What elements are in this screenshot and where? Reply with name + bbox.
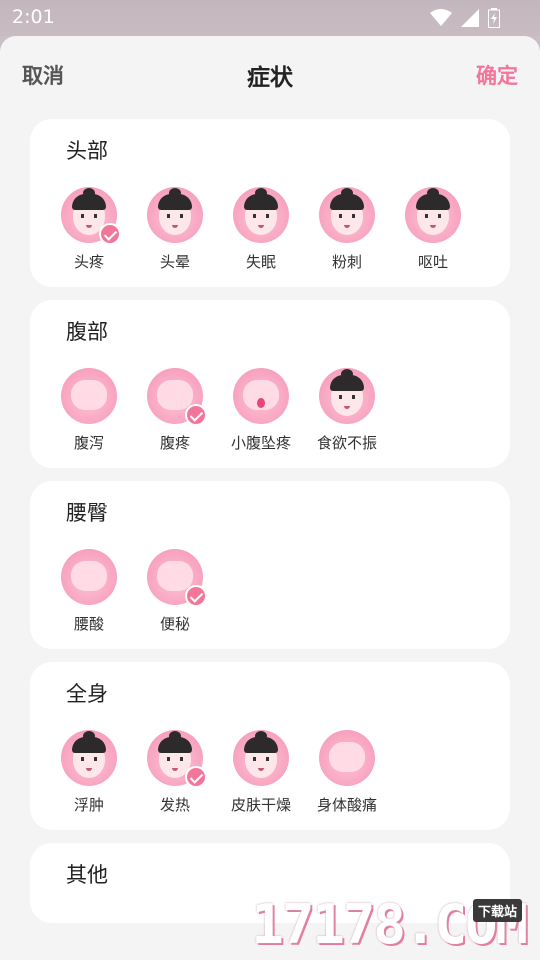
page-title: 症状 [247,65,293,91]
symptom-item[interactable]: 头晕 [132,187,218,272]
symptom-item[interactable]: 腰酸 [46,549,132,634]
face-no-appetite-icon [319,368,375,424]
face-dizzy-icon [147,187,203,243]
symptom-item[interactable]: 头疼 [46,187,132,272]
symptom-item[interactable]: 腹疼 [132,368,218,453]
section-title: 腹部 [66,320,108,344]
cancel-button[interactable]: 取消 [22,60,64,90]
check-icon [185,585,207,607]
symptom-section: 腰臀腰酸 便秘 [30,481,510,649]
watermark-logo: 17178.COM 下载站 [251,893,528,956]
symptom-item[interactable]: 小腹坠疼 [218,368,304,453]
symptom-label: 便秘 [159,615,190,633]
section-title: 腰臀 [66,501,108,525]
section-title: 其他 [66,863,108,887]
symptom-sheet: 取消 症状 确定 头部头疼 头晕 失眠 粉刺 呕吐腹部腹泻 腹疼 小腹坠疼 食欲不振腰臀腰酸 便… [0,36,540,960]
face-insomnia-icon [233,187,289,243]
symptom-label: 腰酸 [73,615,104,633]
status-bar: 2:01 [0,0,540,36]
symptom-item[interactable]: 发热 [132,730,218,815]
face-vomit-icon [405,187,461,243]
check-icon [185,766,207,788]
stomach-icon [61,368,117,424]
symptom-label: 呕吐 [417,253,448,271]
symptom-label: 皮肤干燥 [230,796,291,814]
waist-icon [61,549,117,605]
symptom-label: 腹疼 [159,434,190,452]
symptom-item[interactable]: 浮肿 [46,730,132,815]
symptom-label: 食欲不振 [316,434,377,452]
confirm-button[interactable]: 确定 [476,60,518,90]
symptom-item[interactable]: 皮肤干燥 [218,730,304,815]
sheet-header: 取消 症状 确定 [0,36,540,114]
signal-icon [461,9,479,27]
body-ache-icon [319,730,375,786]
face-acne-icon [319,187,375,243]
symptom-label: 身体酸痛 [316,796,377,814]
symptom-list: 腹泻 腹疼 小腹坠疼 食欲不振 [46,368,390,453]
symptom-item[interactable]: 食欲不振 [304,368,390,453]
symptom-list: 浮肿 发热 皮肤干燥 身体酸痛 [46,730,390,815]
symptom-label: 发热 [159,796,190,814]
symptom-section: 头部头疼 头晕 失眠 粉刺 呕吐 [30,119,510,287]
status-icons [430,8,500,28]
symptom-label: 头疼 [73,253,104,271]
symptom-label: 小腹坠疼 [230,434,291,452]
symptom-item[interactable]: 粉刺 [304,187,390,272]
symptom-item[interactable]: 身体酸痛 [304,730,390,815]
symptom-label: 腹泻 [73,434,104,452]
status-time: 2:01 [12,6,55,28]
symptom-item[interactable]: 呕吐 [390,187,476,272]
face-dry-skin-icon [233,730,289,786]
battery-icon [488,8,500,28]
symptom-item[interactable]: 腹泻 [46,368,132,453]
symptom-list: 腰酸 便秘 [46,549,218,634]
symptom-section: 腹部腹泻 腹疼 小腹坠疼 食欲不振 [30,300,510,468]
symptom-item[interactable]: 失眠 [218,187,304,272]
symptom-label: 头晕 [159,253,190,271]
toilet-paper-icon [147,549,207,607]
symptom-list: 头疼 头晕 失眠 粉刺 呕吐 [46,187,476,272]
symptom-item[interactable]: 便秘 [132,549,218,634]
watermark-tag: 下载站 [472,899,522,922]
wifi-icon [430,9,452,26]
section-title: 头部 [66,139,108,163]
symptom-label: 失眠 [245,253,276,271]
lower-abdomen-icon [233,368,289,424]
check-icon [185,404,207,426]
symptom-label: 粉刺 [331,253,362,271]
section-title: 全身 [66,682,108,706]
symptom-label: 浮肿 [73,796,104,814]
abdomen-pain-icon [147,368,207,426]
check-icon [99,223,121,245]
face-headache-icon [61,187,121,245]
symptom-section: 全身浮肿 发热 皮肤干燥 身体酸痛 [30,662,510,830]
face-swelling-icon [61,730,117,786]
face-fever-icon [147,730,207,788]
